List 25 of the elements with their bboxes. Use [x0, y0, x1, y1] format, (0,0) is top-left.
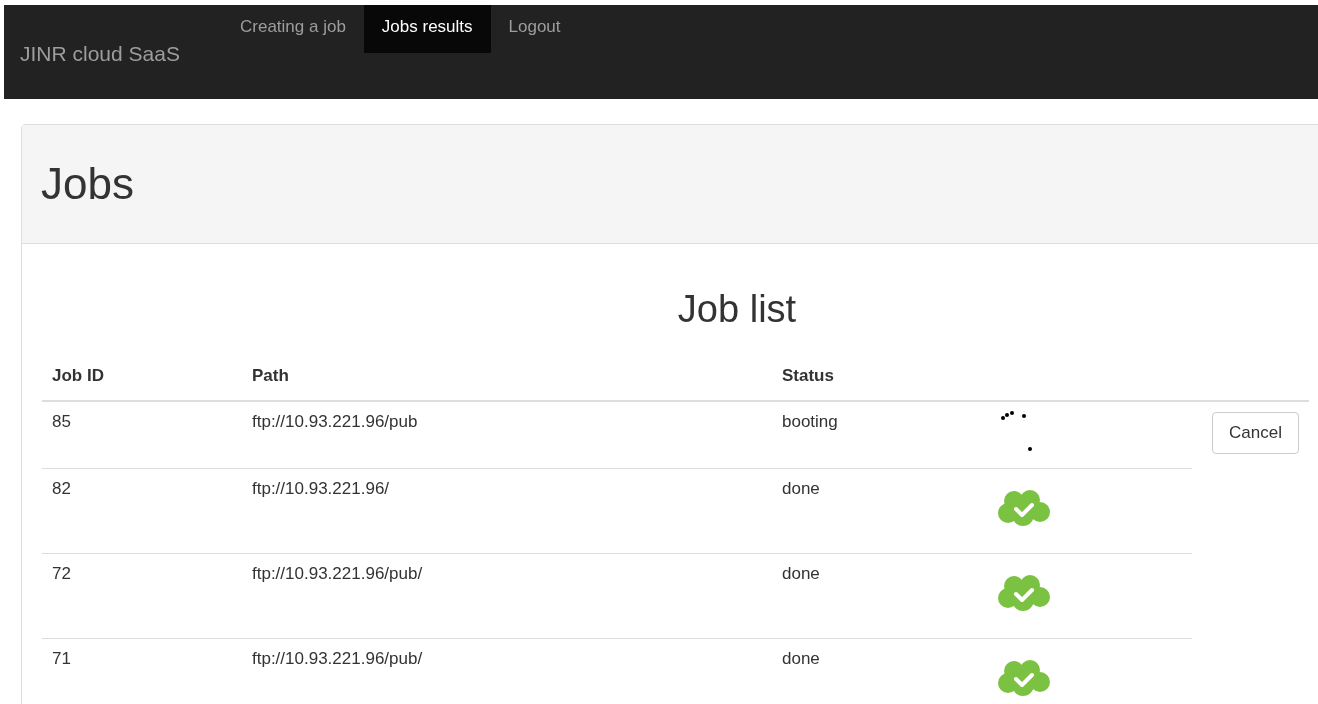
table-cell: ftp://10.93.221.96/	[242, 468, 772, 554]
table-cell: 82	[42, 468, 242, 554]
nav-link[interactable]: Logout	[490, 5, 579, 53]
table-cell: ftp://10.93.221.96/pub/	[242, 638, 772, 704]
table-cell: ftp://10.93.221.96/pub/	[242, 553, 772, 639]
cancel-button[interactable]: Cancel	[1212, 412, 1299, 454]
table-cell: 71	[42, 638, 242, 704]
nav-link[interactable]: Jobs results	[363, 5, 491, 53]
column-header: Path	[242, 354, 772, 401]
panel-title: Jobs	[41, 159, 134, 209]
brand-title[interactable]: JINR cloud SaaS	[4, 5, 222, 66]
cloud-check-icon	[997, 489, 1051, 527]
column-header: Job ID	[42, 354, 242, 401]
column-header: Status	[772, 354, 982, 401]
cloud-check-icon	[997, 659, 1051, 697]
table-cell: done	[772, 638, 982, 704]
table-cell: done	[772, 553, 982, 639]
table-title: Job list	[676, 288, 798, 332]
table-cell: done	[772, 468, 982, 554]
cloud-check-icon	[997, 574, 1051, 612]
table-cell: ftp://10.93.221.96/pub	[242, 401, 772, 469]
table-cell: 85	[42, 401, 242, 469]
table-cell: booting	[772, 401, 982, 469]
table-cell: 72	[42, 553, 242, 639]
nav-link[interactable]: Creating a job	[222, 5, 364, 53]
